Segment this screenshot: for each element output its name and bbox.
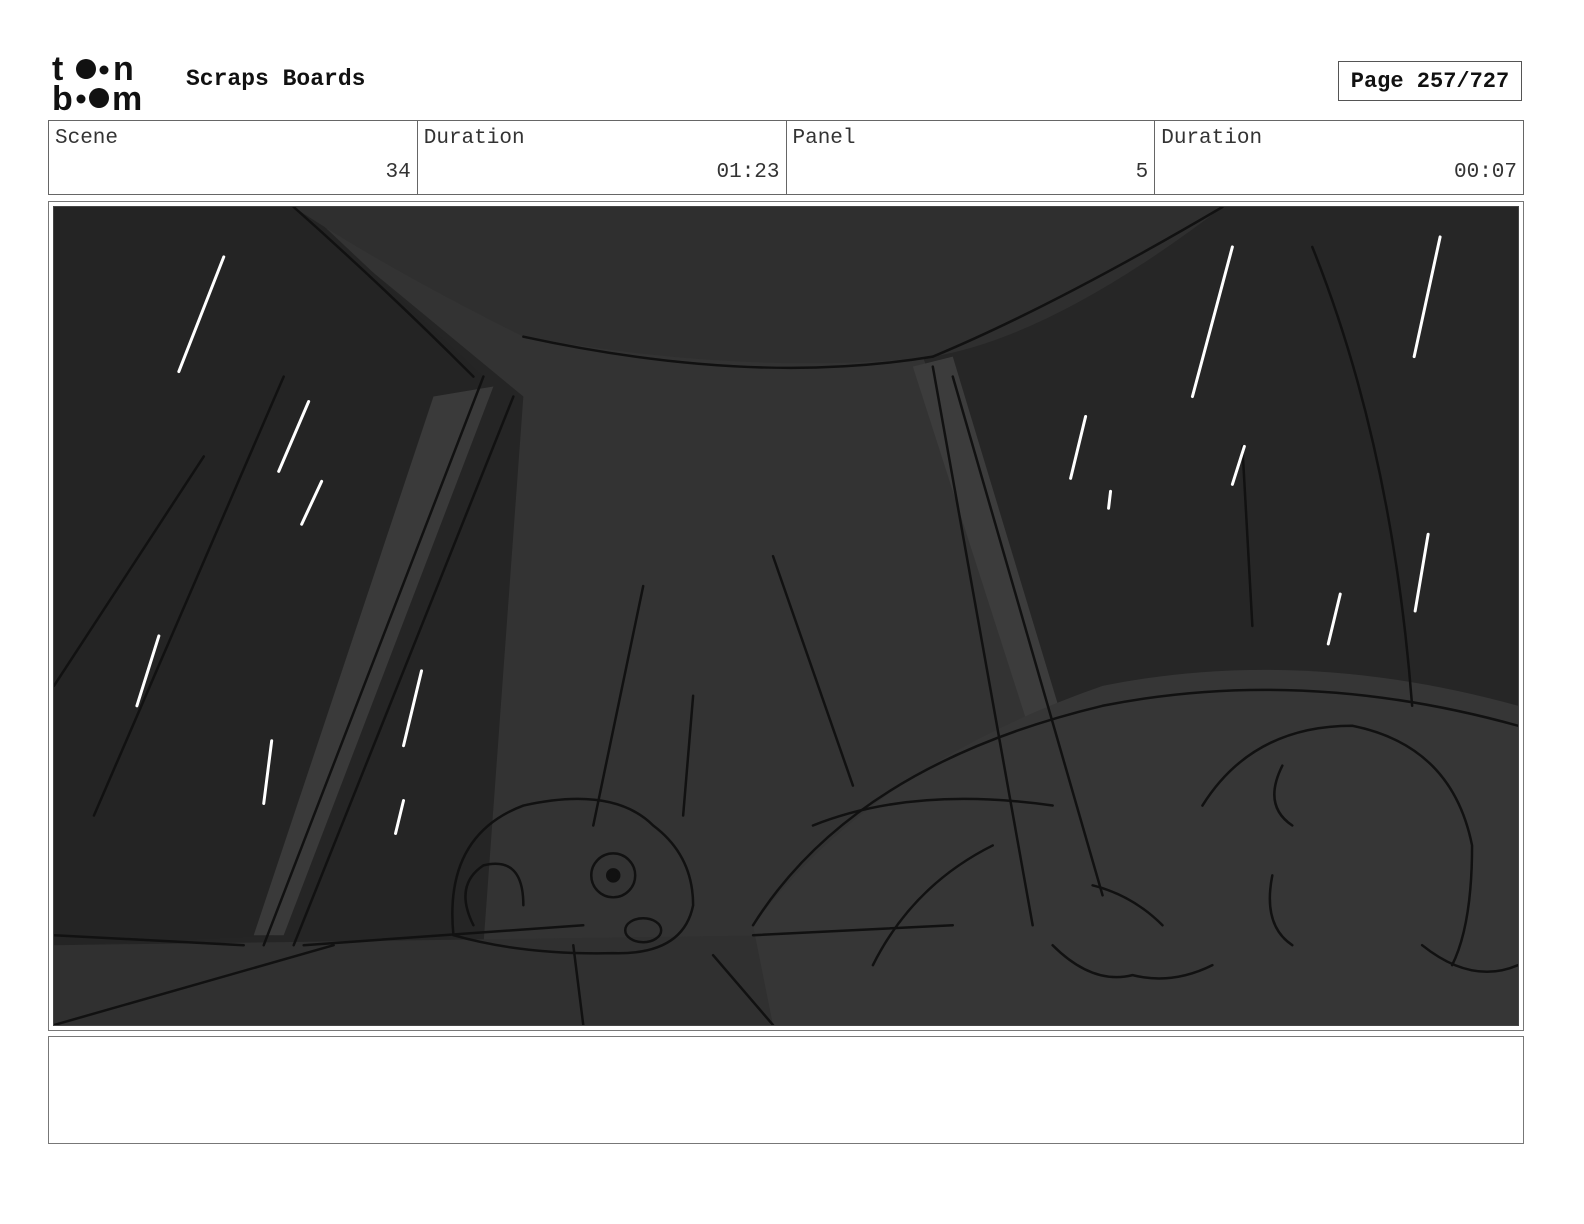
scene-cell: Scene 34 — [49, 121, 418, 194]
svg-text:b: b — [52, 80, 73, 112]
page-label: Page 257/727 — [1350, 68, 1510, 94]
scene-duration-label: Duration — [423, 127, 525, 150]
scene-duration-value: 01:23 — [716, 161, 780, 184]
panel-value: 5 — [1135, 161, 1149, 184]
storyboard-panel-frame — [48, 201, 1524, 1031]
panel-info-table: Scene 34 Duration 01:23 Panel 5 Duration… — [48, 120, 1524, 195]
svg-text:m: m — [112, 80, 142, 112]
toon-boom-logo: t n b m — [52, 52, 164, 112]
panel-duration-label: Duration — [1161, 127, 1263, 150]
scene-label: Scene — [55, 127, 119, 150]
board-title: Scraps Boards — [186, 66, 366, 92]
panel-duration-value: 00:07 — [1453, 161, 1517, 184]
scene-duration-cell: Duration 01:23 — [418, 121, 787, 194]
panel-cell: Panel 5 — [787, 121, 1156, 194]
page-indicator: Page 257/727 — [1338, 61, 1522, 101]
panel-notes-box — [48, 1036, 1524, 1144]
storyboard-drawing — [53, 206, 1519, 1026]
panel-duration-cell: Duration 00:07 — [1155, 121, 1523, 194]
panel-label: Panel — [792, 127, 856, 150]
scene-value: 34 — [385, 161, 411, 184]
